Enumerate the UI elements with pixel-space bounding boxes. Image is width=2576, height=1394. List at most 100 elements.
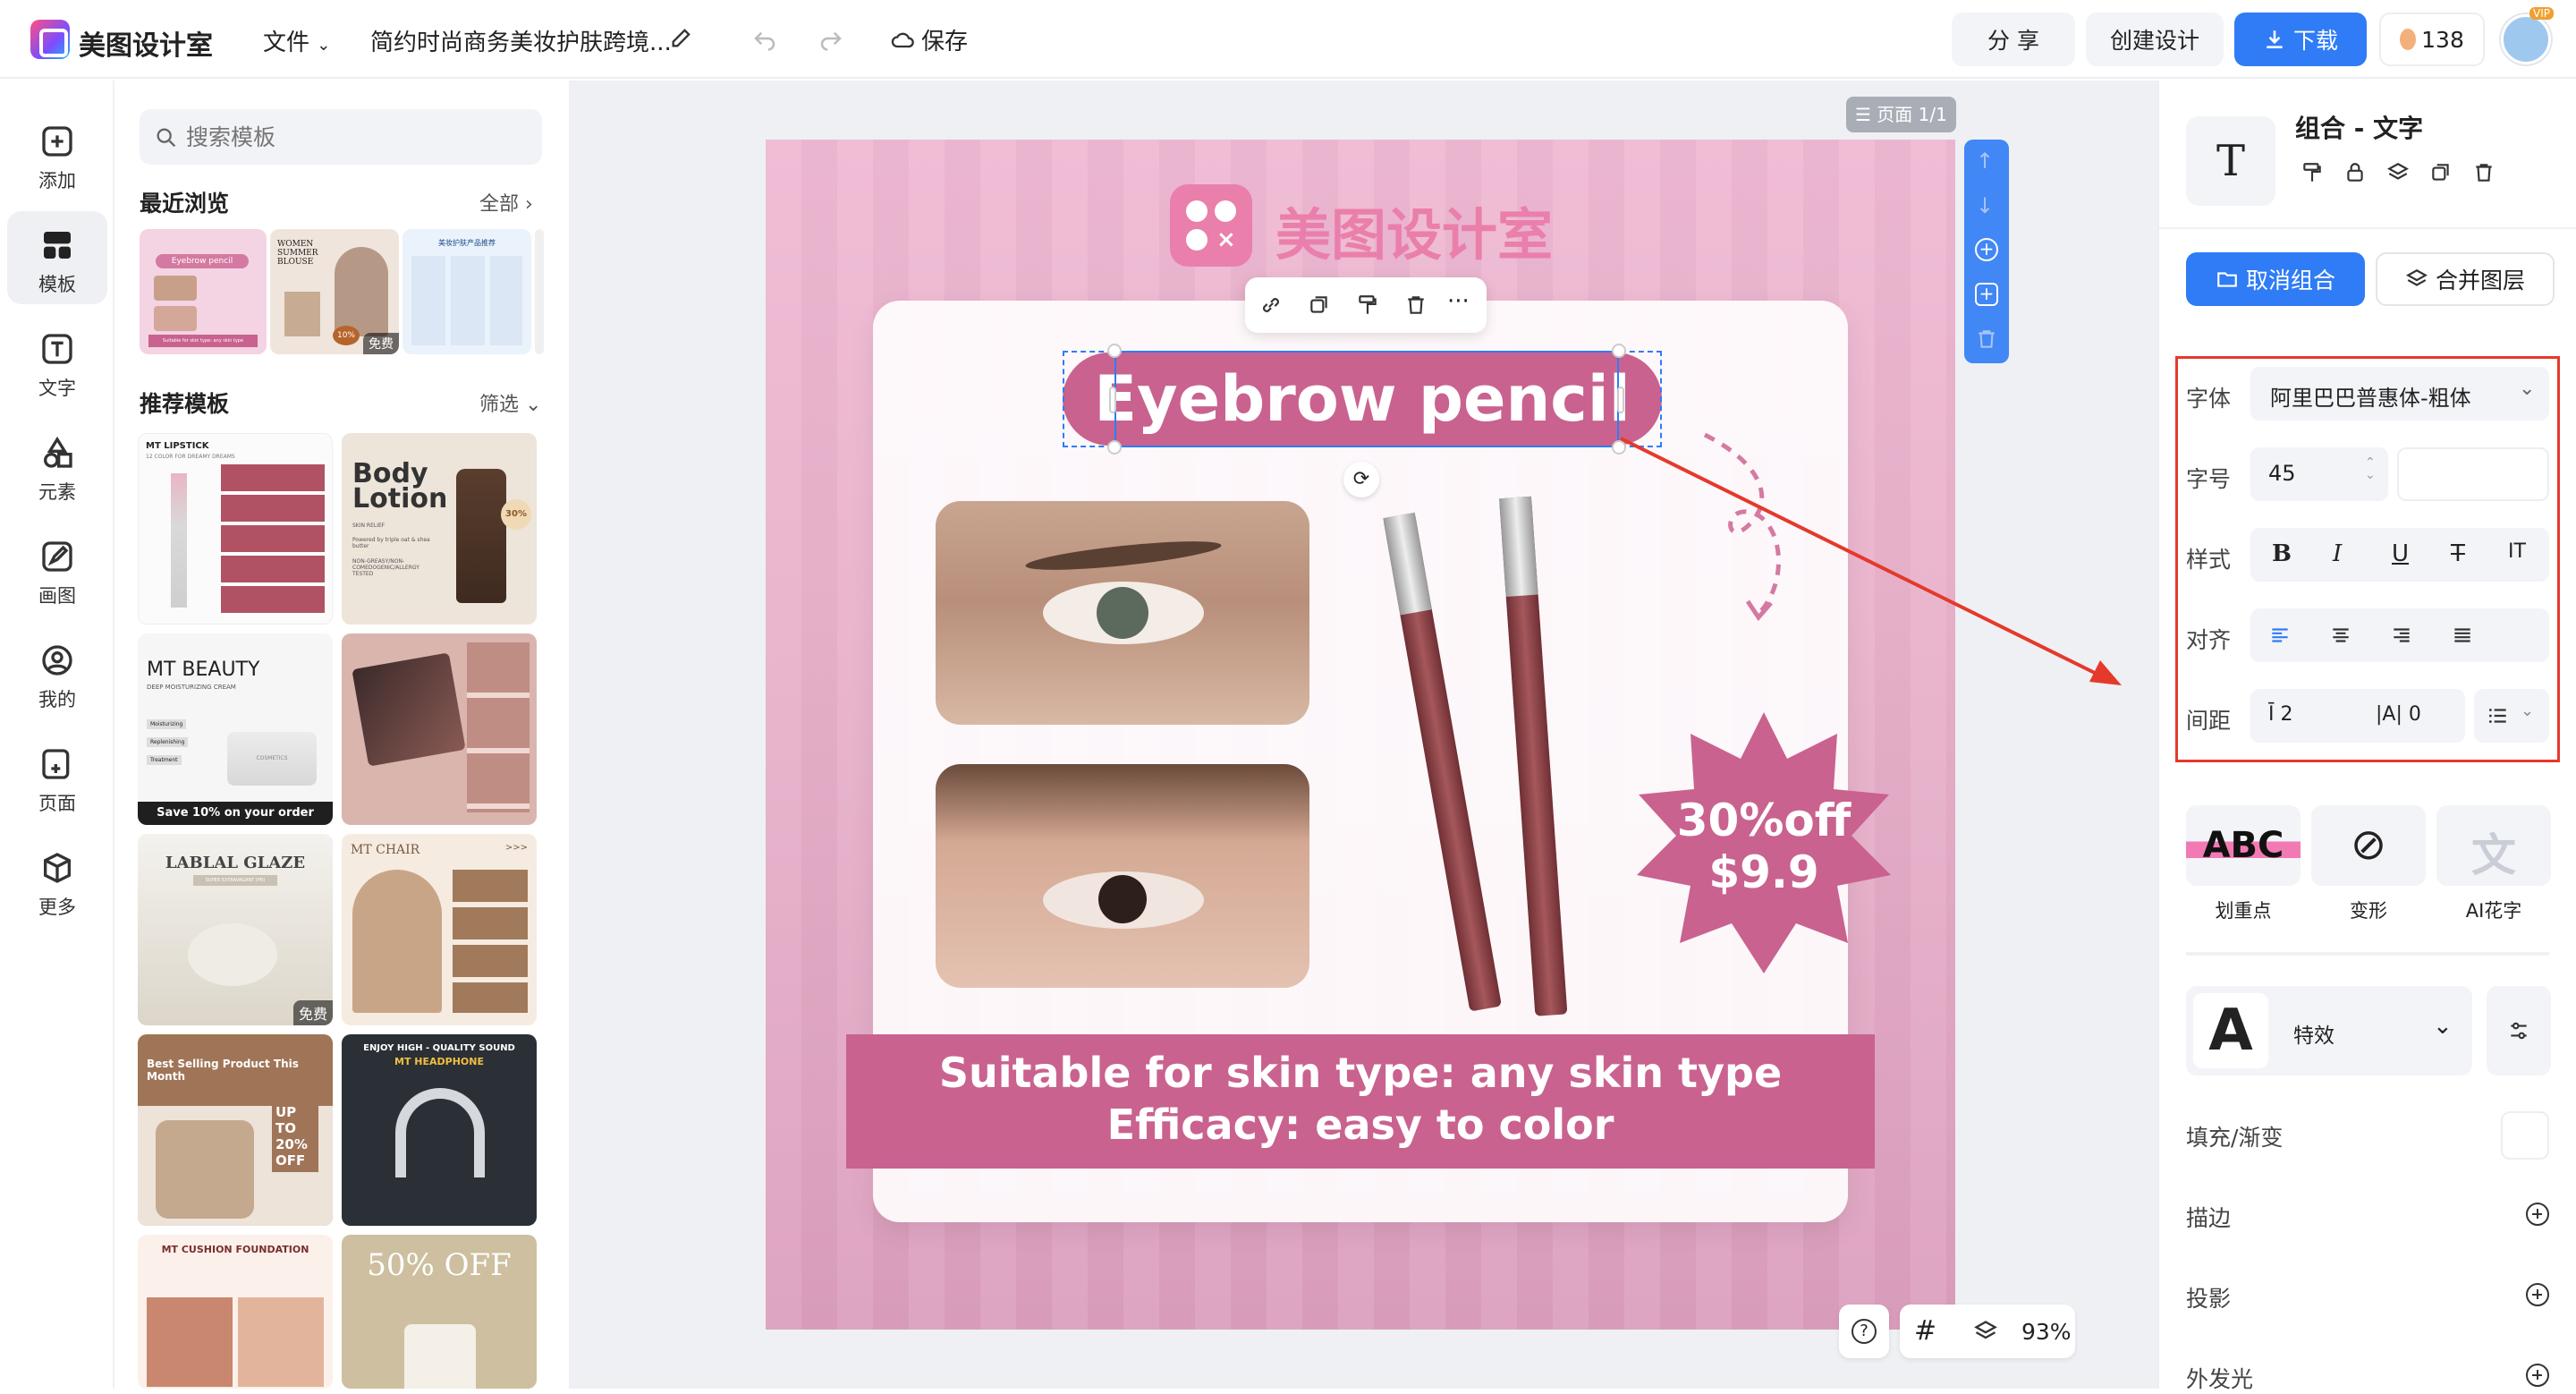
document-title[interactable]: 简约时尚商务美妆护肤跨境... [370, 24, 672, 57]
promo-price[interactable]: $9.9 [1630, 846, 1898, 898]
template-card-mt-beauty[interactable]: MT BEAUTY DEEP MOISTURIZING CREAM Moistu… [138, 633, 333, 825]
add-glow-icon[interactable] [2526, 1364, 2549, 1387]
undo-icon[interactable] [751, 25, 778, 52]
rotate-icon[interactable]: ⟳ [1343, 462, 1379, 497]
redo-icon[interactable] [818, 25, 844, 52]
fill-color-swatch[interactable] [2501, 1111, 2549, 1160]
help-button[interactable]: ? [1839, 1305, 1889, 1358]
more-icon[interactable]: ··· [1447, 288, 1470, 315]
template-card-headphone[interactable]: ENJOY HIGH - QUALITY SOUND MT HEADPHONE [342, 1034, 537, 1226]
points-button[interactable]: 138 [2379, 13, 2485, 66]
underline-button[interactable]: U [2392, 540, 2409, 567]
file-menu[interactable]: 文件 ⌄ [263, 24, 330, 57]
font-size-input[interactable]: 45 ⌃ ⌄ [2250, 447, 2388, 501]
nav-pages[interactable]: 页面 [7, 730, 107, 823]
recent-thumb-beauty[interactable]: 美妆护肤产品推荐 [402, 229, 531, 354]
align-left-icon[interactable] [2268, 624, 2292, 647]
search-box[interactable] [140, 109, 542, 165]
promo-discount[interactable]: 30%off [1630, 795, 1898, 846]
merge-layers-button[interactable]: 合并图层 [2376, 252, 2555, 306]
vertical-text-button[interactable]: IT [2508, 540, 2526, 563]
delete-page-icon[interactable] [1975, 327, 1998, 351]
template-card-eyeshadow[interactable] [342, 633, 537, 825]
side-handle[interactable] [1109, 387, 1116, 413]
search-input[interactable] [186, 120, 526, 154]
template-card-body-lotion[interactable]: Body Lotion SKIN RELIEF Powered by tripl… [342, 433, 537, 625]
nav-more[interactable]: 更多 [7, 834, 107, 927]
align-center-icon[interactable] [2329, 624, 2352, 647]
effect-highlight-tile[interactable]: ABC [2186, 805, 2301, 886]
nav-add[interactable]: 添加 [7, 107, 107, 200]
effect-ai-tile[interactable]: 文 [2436, 805, 2551, 886]
resize-handle[interactable] [1107, 440, 1122, 455]
unlink-icon[interactable] [1259, 293, 1283, 317]
stepper-arrows-icon[interactable]: ⌃ ⌄ [2365, 456, 2376, 481]
strikethrough-button[interactable]: T [2451, 540, 2465, 567]
align-right-icon[interactable] [2390, 624, 2413, 647]
edit-icon[interactable] [669, 25, 694, 50]
format-painter-icon[interactable] [2301, 161, 2324, 184]
duplicate-icon[interactable] [1308, 293, 1331, 317]
filter-button[interactable]: 筛选 ⌄ [479, 388, 541, 417]
letter-spacing-input[interactable]: Ī 2 [2268, 703, 2293, 726]
nav-text[interactable]: 文字 [7, 315, 107, 408]
artboard[interactable]: × 美图设计室 Eyebrow pencil ⟳ ··· 30%off $9.9… [766, 140, 1955, 1330]
app-logo[interactable] [30, 20, 70, 59]
trash-icon[interactable] [1404, 293, 1428, 317]
eye-photo-bottom[interactable] [936, 764, 1309, 988]
recent-thumb-blouse[interactable]: WOMEN SUMMER BLOUSE 10% 免费 [270, 229, 399, 354]
recent-next[interactable] [535, 229, 544, 354]
letter-spacing-value: 2 [2280, 703, 2293, 726]
ungroup-button[interactable]: 取消组合 [2186, 252, 2365, 306]
nav-templates[interactable]: 模板 [7, 211, 107, 304]
template-card-mt-chair[interactable]: MT CHAIR >>> [342, 834, 537, 1025]
italic-button[interactable]: I [2333, 540, 2342, 567]
trash-icon[interactable] [2472, 161, 2496, 184]
cloud-icon [891, 32, 914, 47]
add-stroke-icon[interactable] [2526, 1203, 2549, 1226]
nav-mine[interactable]: 我的 [7, 626, 107, 719]
create-design-button[interactable]: 创建设计 [2086, 13, 2224, 66]
add-shadow-icon[interactable] [2526, 1283, 2549, 1306]
recent-thumb-eyebrow[interactable]: Eyebrow pencil Suitable for skin type: a… [140, 229, 267, 354]
download-button[interactable]: 下载 [2234, 13, 2367, 66]
recent-all-link[interactable]: 全部 › [479, 188, 533, 217]
template-card-best-selling[interactable]: Best Selling Product This Month UP TO 20… [138, 1034, 333, 1226]
zoom-level[interactable]: 93% [2021, 1319, 2072, 1345]
resize-handle[interactable] [1612, 344, 1626, 358]
save-button[interactable]: 保存 [889, 23, 968, 56]
layers-icon[interactable] [2386, 161, 2410, 184]
list-style-select[interactable]: ⌄ [2474, 689, 2549, 743]
line-spacing-input[interactable]: |A| 0 [2376, 703, 2421, 726]
align-justify-icon[interactable] [2451, 624, 2474, 647]
copy-page-icon[interactable]: + [1975, 283, 1998, 306]
nav-draw[interactable]: 画图 [7, 523, 107, 616]
page-indicator[interactable]: ☰ 页面 1/1 [1846, 97, 1956, 132]
template-card-lipstick[interactable]: MT LIPSTICK 12 COLOR FOR DREAMY DREAMS [138, 433, 333, 625]
move-up-icon[interactable]: ↑ [1976, 149, 1994, 174]
template-card-cushion[interactable]: MT CUSHION FOUNDATION [138, 1235, 333, 1389]
share-button[interactable]: 分 享 [1952, 13, 2075, 66]
font-select[interactable]: 阿里巴巴普惠体-粗体 ⌄ [2250, 367, 2549, 421]
resize-handle[interactable] [1107, 344, 1122, 358]
bold-button[interactable]: B [2272, 540, 2292, 567]
side-handle[interactable] [1617, 387, 1624, 413]
add-page-icon[interactable]: + [1975, 238, 1998, 261]
grid-icon[interactable]: # [1914, 1315, 1936, 1347]
duplicate-icon[interactable] [2429, 161, 2453, 184]
move-down-icon[interactable]: ↓ [1976, 193, 1994, 218]
color-swatch[interactable] [2397, 447, 2549, 501]
resize-handle[interactable] [1612, 440, 1626, 455]
avatar[interactable] [2501, 14, 2551, 64]
template-card-lablal-glaze[interactable]: LABLAL GLAZE SUPER EXTRAVAGANT (PR) 免费 [138, 834, 333, 1025]
layers-icon[interactable] [1973, 1319, 1998, 1344]
footer-banner[interactable]: Suitable for skin type: any skin type Ef… [846, 1034, 1875, 1169]
effect-settings-button[interactable] [2487, 986, 2551, 1075]
effect-preset-select[interactable]: A 特效 ⌄ [2186, 986, 2472, 1075]
eye-photo-top[interactable] [936, 501, 1309, 725]
template-card-fifty-off[interactable]: 50% OFF [342, 1235, 537, 1389]
nav-elements[interactable]: 元素 [7, 419, 107, 512]
lock-icon[interactable] [2343, 161, 2367, 184]
format-painter-icon[interactable] [1356, 293, 1379, 317]
effect-warp-tile[interactable]: ⊘ [2311, 805, 2426, 886]
